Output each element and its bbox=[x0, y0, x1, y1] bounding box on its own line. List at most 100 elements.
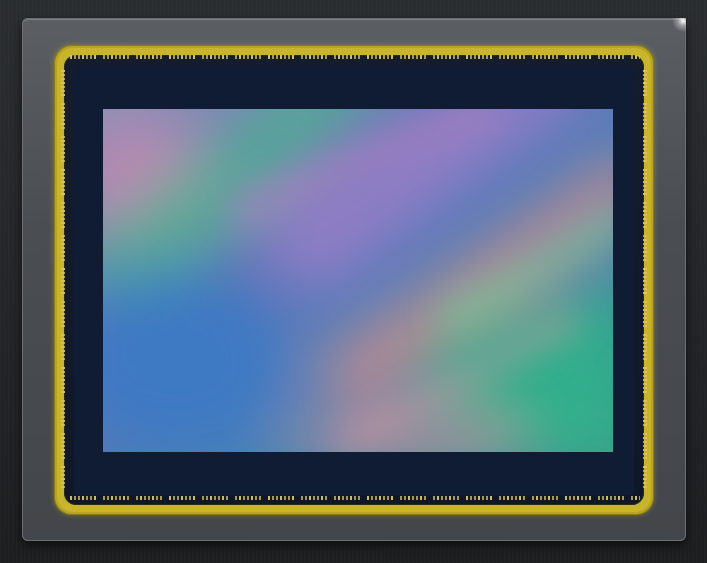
bonding-pad bbox=[193, 55, 195, 59]
bonding-pad bbox=[152, 496, 154, 500]
bonding-pad bbox=[202, 496, 204, 500]
bonding-pad bbox=[334, 496, 336, 500]
bonding-pad bbox=[268, 55, 270, 59]
bonding-pad bbox=[375, 55, 377, 59]
bonding-pad bbox=[610, 55, 612, 59]
bonding-pad bbox=[499, 496, 501, 500]
bonding-pad bbox=[643, 111, 647, 113]
bonding-pad bbox=[226, 496, 228, 500]
bonding-pad bbox=[379, 55, 381, 59]
bonding-pad bbox=[181, 55, 183, 59]
bonding-pad bbox=[490, 496, 492, 500]
bonding-pad bbox=[61, 78, 65, 80]
bonding-pad bbox=[61, 470, 65, 472]
bonding-pad bbox=[61, 313, 65, 315]
bonding-pad bbox=[643, 305, 647, 307]
bonding-pad bbox=[61, 193, 65, 195]
bonding-pad bbox=[589, 55, 591, 59]
bonding-pad bbox=[540, 496, 542, 500]
bonding-pad bbox=[111, 55, 113, 59]
bonding-pad bbox=[383, 496, 385, 500]
bonding-pad bbox=[119, 496, 121, 500]
bonding-pad bbox=[519, 496, 521, 500]
bonding-pad bbox=[470, 496, 472, 500]
bonding-pad bbox=[643, 482, 647, 484]
bonding-pad bbox=[643, 457, 647, 459]
bonding-pad bbox=[61, 342, 65, 344]
bonding-pad bbox=[643, 74, 647, 76]
bonding-pad bbox=[292, 496, 294, 500]
bonding-pad bbox=[375, 496, 377, 500]
bonding-pad bbox=[643, 185, 647, 187]
bonding-pad bbox=[61, 325, 65, 327]
bonding-pad bbox=[61, 478, 65, 480]
bonding-pad bbox=[61, 375, 65, 377]
bonding-pad bbox=[103, 55, 105, 59]
bonding-pad bbox=[61, 486, 65, 488]
bonding-pad bbox=[61, 309, 65, 311]
bonding-pad bbox=[466, 55, 468, 59]
bonding-pad bbox=[643, 193, 647, 195]
bonding-pad bbox=[78, 55, 80, 59]
bonding-pad bbox=[61, 292, 65, 294]
bonding-pad bbox=[552, 55, 554, 59]
bonding-pad bbox=[140, 55, 142, 59]
bonding-pad bbox=[61, 243, 65, 245]
bonding-pad bbox=[643, 107, 647, 109]
bonding-pad bbox=[61, 222, 65, 224]
bonding-pad bbox=[181, 496, 183, 500]
bonding-pad bbox=[602, 496, 604, 500]
bonding-pad bbox=[218, 55, 220, 59]
bonding-pad bbox=[61, 474, 65, 476]
bonding-pad bbox=[61, 144, 65, 146]
bonding-pad bbox=[573, 496, 575, 500]
bonding-pad bbox=[565, 55, 567, 59]
bonding-pad bbox=[371, 55, 373, 59]
bonding-pad bbox=[61, 152, 65, 154]
bonding-pad bbox=[536, 55, 538, 59]
bonding-pad bbox=[61, 412, 65, 414]
bonding-pad bbox=[643, 453, 647, 455]
bonding-pad bbox=[160, 496, 162, 500]
bonding-pad bbox=[346, 496, 348, 500]
bonding-pad bbox=[643, 226, 647, 228]
bonding-pad bbox=[643, 317, 647, 319]
bonding-pad bbox=[643, 338, 647, 340]
bonding-pad bbox=[585, 496, 587, 500]
bonding-pad bbox=[643, 379, 647, 381]
corner-glint bbox=[672, 18, 686, 32]
bonding-pad bbox=[643, 218, 647, 220]
bonding-pad bbox=[643, 334, 647, 336]
bonding-pad bbox=[643, 160, 647, 162]
bonding-pad bbox=[643, 325, 647, 327]
bonding-pad bbox=[548, 496, 550, 500]
bonding-pad bbox=[643, 70, 647, 72]
bonding-pad bbox=[288, 55, 290, 59]
bonding-pad bbox=[61, 156, 65, 158]
bonding-pad bbox=[643, 82, 647, 84]
bonding-pad bbox=[639, 496, 640, 500]
bonding-pad bbox=[61, 288, 65, 290]
bonding-pad bbox=[519, 55, 521, 59]
bonding-pad bbox=[288, 496, 290, 500]
bonding-pad bbox=[259, 55, 261, 59]
bonding-pad bbox=[193, 496, 195, 500]
bonding-pad bbox=[173, 496, 175, 500]
bonding-pad bbox=[391, 496, 393, 500]
sensor-active-area bbox=[103, 109, 613, 452]
bonding-pad bbox=[643, 136, 647, 138]
bonding-pad bbox=[643, 416, 647, 418]
bonding-pad bbox=[61, 82, 65, 84]
bonding-pad bbox=[309, 496, 311, 500]
bonding-pad bbox=[618, 496, 620, 500]
bonding-pad bbox=[115, 496, 117, 500]
bonding-pad bbox=[643, 90, 647, 92]
bonding-pad bbox=[643, 313, 647, 315]
bonding-pad bbox=[643, 470, 647, 472]
bonding-pad bbox=[643, 292, 647, 294]
bonding-pad bbox=[284, 55, 286, 59]
bonding-pad bbox=[61, 247, 65, 249]
bonding-pad bbox=[602, 55, 604, 59]
bonding-pad bbox=[408, 55, 410, 59]
bonding-pad bbox=[643, 214, 647, 216]
